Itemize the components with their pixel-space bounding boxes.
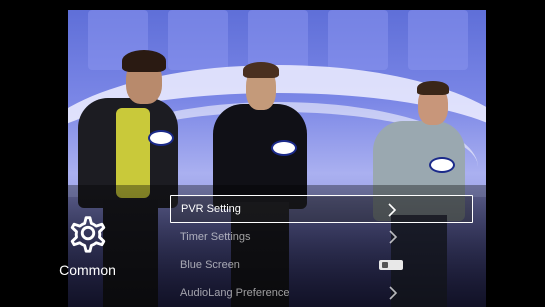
- tv-screen: Common PVR Setting Timer Settings Blue S…: [0, 0, 545, 307]
- stage-panel: [408, 10, 468, 70]
- blue-screen-toggle[interactable]: [379, 260, 403, 270]
- menu-item-blue-screen[interactable]: Blue Screen: [170, 251, 473, 279]
- menu-item-label: AudioLang Preference: [180, 287, 290, 299]
- menu-item-label: PVR Setting: [181, 203, 241, 215]
- category-common[interactable]: Common: [40, 210, 135, 278]
- menu-item-timer-settings[interactable]: Timer Settings: [170, 223, 473, 251]
- chevron-right-icon: [388, 203, 397, 217]
- menu-item-pvr-setting[interactable]: PVR Setting: [170, 195, 473, 223]
- stage-panel: [328, 10, 388, 70]
- chevron-right-icon: [389, 230, 398, 244]
- chevron-right-icon: [389, 286, 398, 300]
- stage-panel: [168, 10, 228, 70]
- name-badge: [148, 130, 174, 146]
- menu-item-label: Blue Screen: [180, 259, 240, 271]
- gear-icon: [70, 216, 105, 253]
- menu-item-label: Timer Settings: [180, 231, 251, 243]
- menu-item-audiolang-preference[interactable]: AudioLang Preference: [170, 279, 473, 307]
- stage-panel: [248, 10, 308, 70]
- settings-menu: PVR Setting Timer Settings Blue Screen A…: [170, 195, 473, 307]
- toggle-knob: [382, 262, 388, 268]
- name-badge: [271, 140, 297, 156]
- name-badge: [429, 157, 455, 173]
- category-label: Common: [59, 262, 116, 278]
